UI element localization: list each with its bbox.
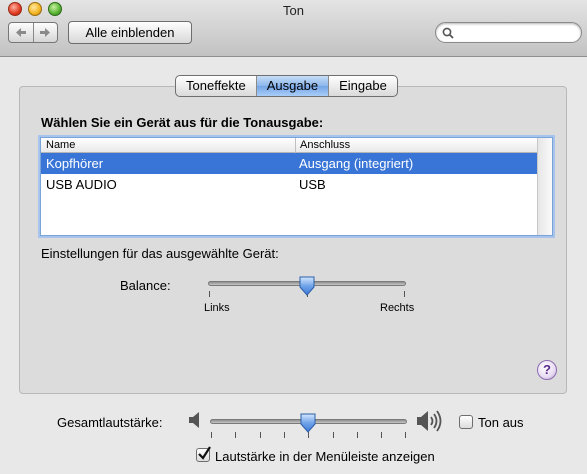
menubar-volume-checkbox[interactable] [196,446,211,462]
mute-checkbox[interactable] [459,415,473,429]
device-name: USB AUDIO [46,177,117,192]
back-forward-control [8,22,58,43]
balance-right-caption: Rechts [380,302,415,314]
window-title: Ton [283,3,304,18]
balance-tick-right [404,291,405,297]
forward-arrow-icon [40,28,51,37]
search-input[interactable] [456,24,574,41]
tab-toneffekte[interactable]: Toneffekte [176,76,256,96]
volume-tick [260,432,261,438]
search-field[interactable] [435,22,582,43]
forward-button[interactable] [32,23,58,42]
balance-tick-left [209,291,210,297]
table-header: Name Anschluss [41,138,538,153]
back-button[interactable] [9,23,33,42]
back-arrow-icon [15,28,26,37]
volume-tick [284,432,285,438]
tab-eingabe[interactable]: Eingabe [328,76,397,96]
balance-left-caption: Links [204,302,230,314]
speaker-high-icon [417,410,442,432]
tab-content-panel [19,86,567,394]
tab-ausgabe[interactable]: Ausgabe [255,76,329,96]
help-button[interactable]: ? [537,360,557,380]
column-header-name[interactable]: Name [46,139,75,151]
volume-label: Gesamtlautstärke: [57,415,163,430]
balance-label: Balance: [120,278,171,293]
tab-bar: Toneffekte Ausgabe Eingabe [175,75,398,97]
speaker-low-icon [189,412,199,428]
volume-tick [235,432,236,438]
volume-tick [381,432,382,438]
device-settings-label: Einstellungen für das ausgewählte Gerät: [41,246,279,261]
device-name: Kopfhörer [46,156,104,171]
checkmark-icon [198,446,211,460]
table-row[interactable]: USB AUDIO USB [41,174,538,195]
device-prompt: Wählen Sie ein Gerät aus für die Tonausg… [41,115,324,130]
search-icon [442,27,454,39]
table-scrollbar[interactable] [537,138,552,235]
device-table[interactable]: Name Anschluss Kopfhörer Ausgang (integr… [40,137,553,236]
device-connection: Ausgang (integriert) [299,156,414,171]
volume-tick [405,432,406,438]
window-toolbar: Ton Alle einblenden [0,0,587,57]
table-row[interactable]: Kopfhörer Ausgang (integriert) [41,153,538,174]
column-header-connection[interactable]: Anschluss [295,138,350,153]
show-all-button[interactable]: Alle einblenden [68,21,192,44]
volume-slider-thumb[interactable] [300,413,316,433]
volume-tick [211,432,212,438]
volume-tick [357,432,358,438]
mute-label: Ton aus [478,415,524,430]
device-connection: USB [299,177,326,192]
menubar-volume-label: Lautstärke in der Menüleiste anzeigen [215,449,435,464]
balance-slider-thumb[interactable] [299,276,315,296]
volume-tick [333,432,334,438]
